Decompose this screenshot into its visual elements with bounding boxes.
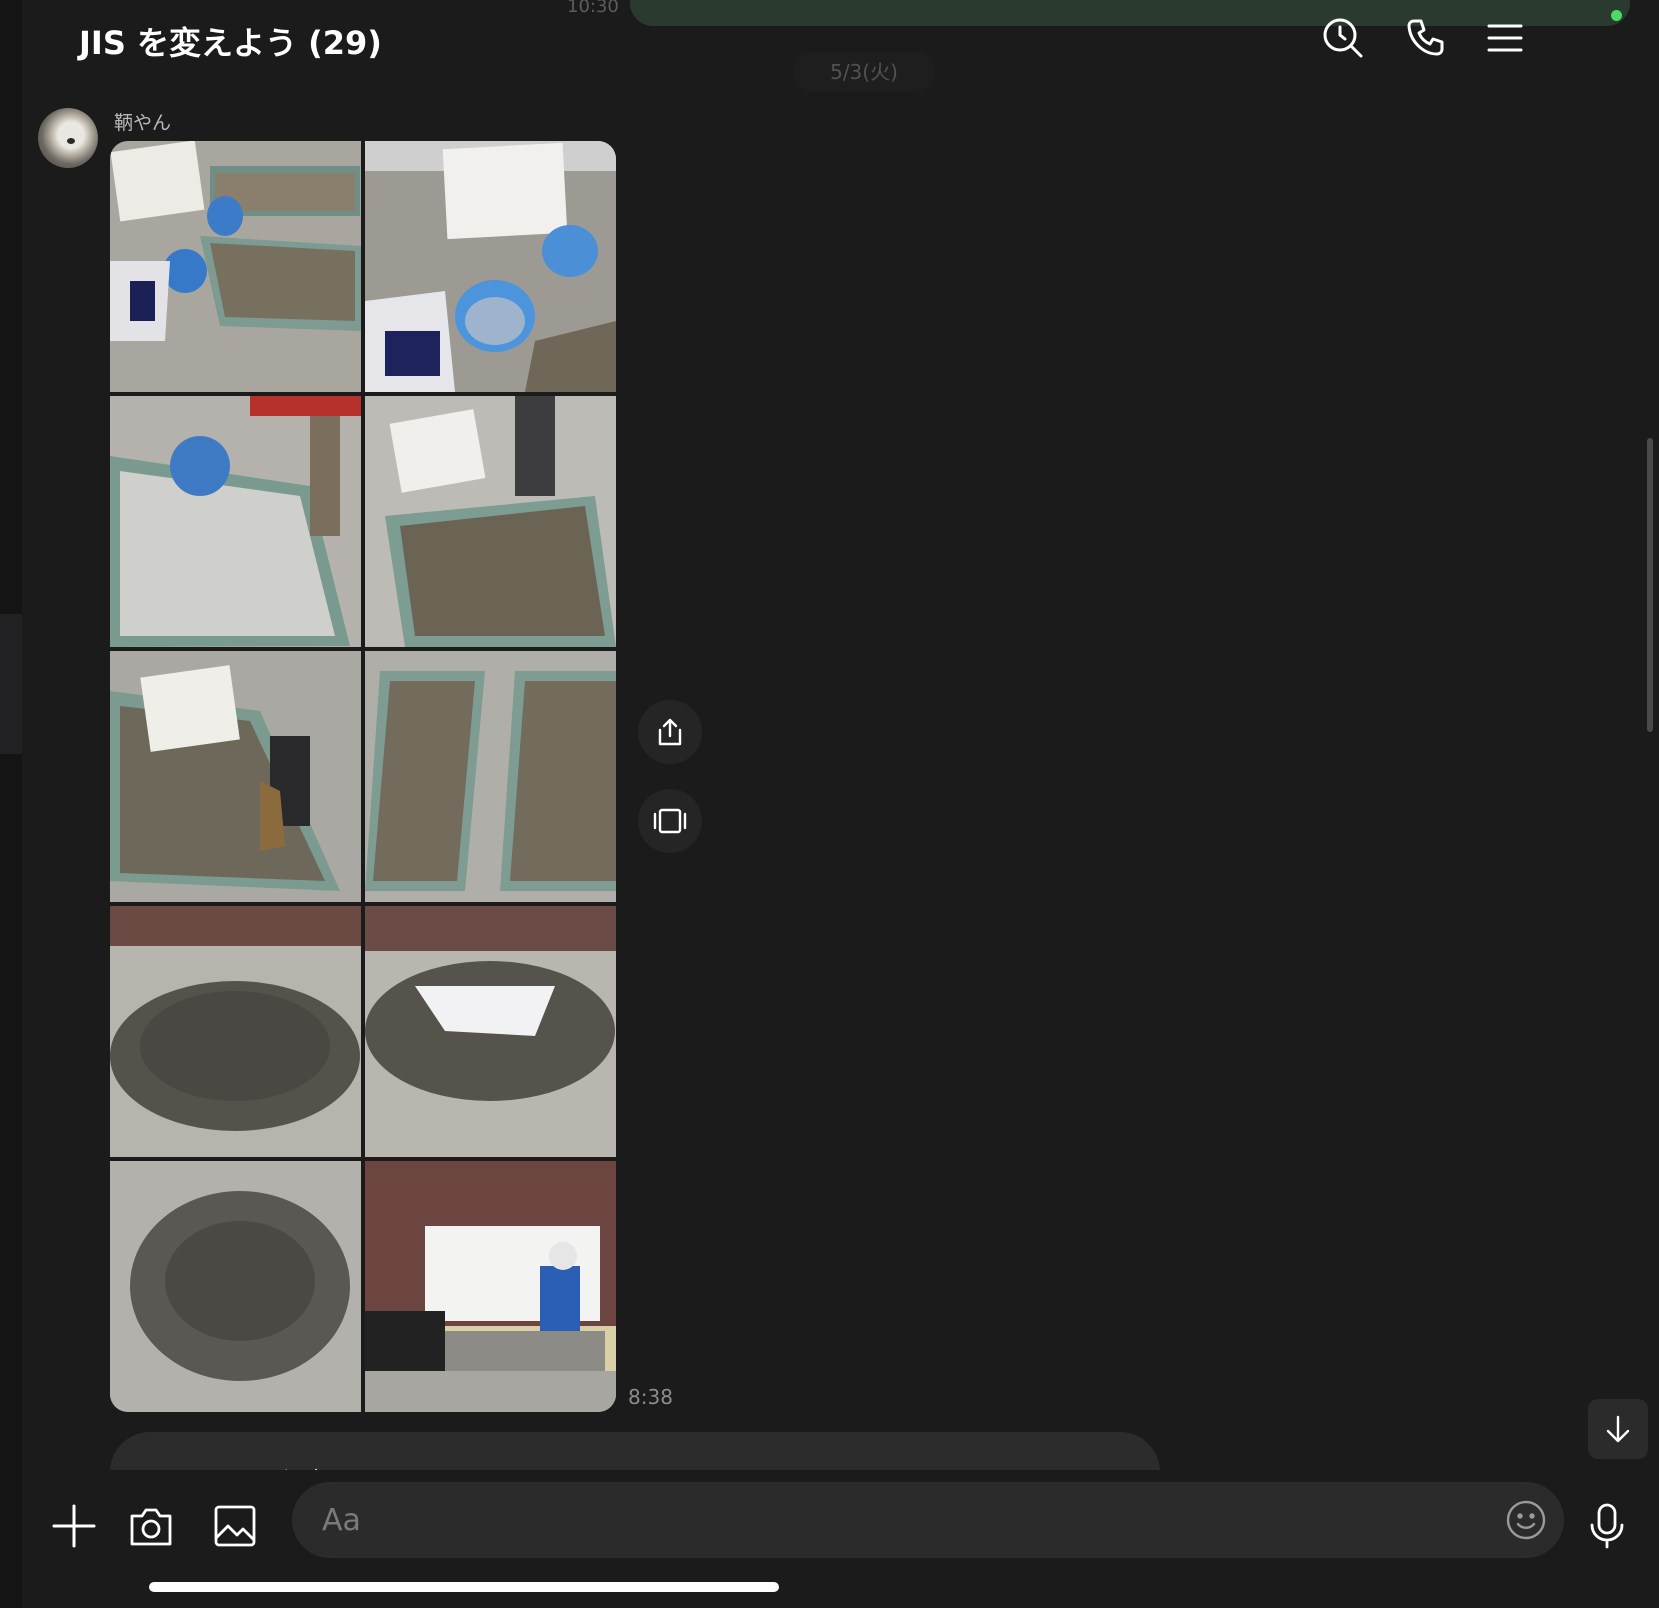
photo-5[interactable] [110,651,361,902]
chat-title: JIS を変えよう (29) [79,24,382,62]
photo-7[interactable] [110,906,361,1157]
photo-2[interactable] [365,141,616,392]
camera-icon [130,1508,172,1546]
sidebar-edge [0,0,22,1608]
share-icon [658,718,682,746]
share-button[interactable] [638,700,702,764]
photo-8[interactable] [365,906,616,1157]
camera-button[interactable] [121,1496,181,1556]
composer-bar [22,1470,1659,1608]
scroll-to-bottom-button[interactable] [1588,1399,1648,1459]
message-input[interactable] [322,1500,1422,1540]
arrow-down-icon [1606,1415,1630,1443]
avatar[interactable] [38,108,98,168]
add-button[interactable] [44,1496,104,1556]
notification-dot [1611,10,1622,21]
emoji-icon [1506,1500,1546,1540]
photo-album [110,141,616,1412]
phone-icon [1407,19,1444,56]
plus-icon [52,1504,96,1548]
photo-6[interactable] [365,651,616,902]
chat-window: 10:30 JIS を変えよう (29) 5/3(火) 鞆やん 8:38 Aa [22,0,1659,1608]
microphone-icon [1590,1503,1624,1549]
scrollbar[interactable] [1647,438,1653,732]
search-icon [1323,18,1363,58]
photo-10[interactable] [365,1161,616,1412]
search-button[interactable] [1319,14,1367,62]
message-input-field[interactable] [292,1482,1564,1558]
photo-4[interactable] [365,396,616,647]
home-indicator[interactable] [149,1582,779,1592]
image-icon [214,1505,256,1547]
image-button[interactable] [205,1496,265,1556]
photo-3[interactable] [110,396,361,647]
message-time: 8:38 [628,1385,673,1409]
sender-name: 鞆やん [114,112,172,134]
voice-button[interactable] [1577,1496,1637,1556]
emoji-button[interactable] [1504,1498,1548,1542]
menu-icon [1487,24,1523,52]
call-button[interactable] [1402,14,1450,62]
slideshow-button[interactable] [638,789,702,853]
photo-1[interactable] [110,141,361,392]
date-separator: 5/3(火) [794,52,934,92]
sidebar-handle[interactable] [0,614,22,754]
menu-button[interactable] [1481,14,1529,62]
photo-9[interactable] [110,1161,361,1412]
slideshow-icon [653,808,687,834]
